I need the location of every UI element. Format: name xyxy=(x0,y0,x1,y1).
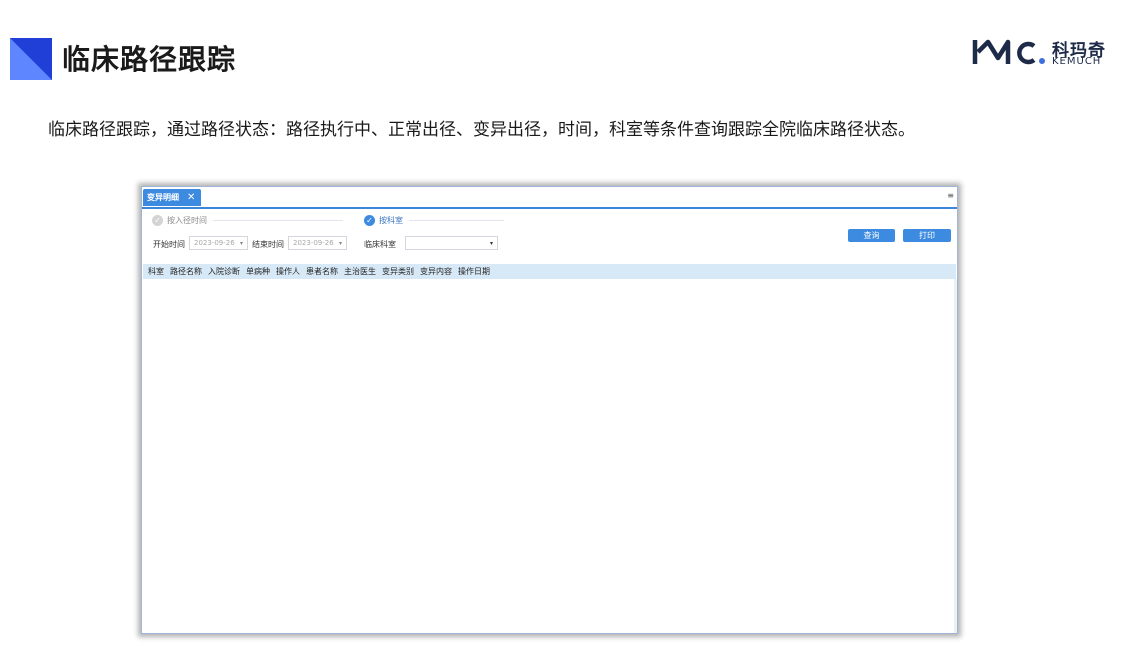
column-header[interactable]: 科室 xyxy=(148,266,164,277)
kmc-logo-icon xyxy=(972,39,1045,65)
column-header[interactable]: 路径名称 xyxy=(170,266,202,277)
start-time-label: 开始时间 xyxy=(153,240,185,249)
end-time-value: 2023-09-26 xyxy=(293,239,334,247)
column-header[interactable]: 变异内容 xyxy=(420,266,452,277)
logo-en-text: KEMUCH xyxy=(1052,56,1102,67)
tab-variation-detail[interactable]: 变异明细 ✕ xyxy=(143,189,201,206)
table-header: 科室 路径名称 入院诊断 单病种 操作人 患者名称 主治医生 变异类别 变异内容… xyxy=(143,264,956,279)
column-header[interactable]: 操作人 xyxy=(276,266,300,277)
chevron-down-icon: ▾ xyxy=(489,239,493,247)
check-circle-icon: ✓ xyxy=(364,215,375,226)
check-circle-icon: ✓ xyxy=(152,215,163,226)
end-time-field[interactable]: 2023-09-26 ▾ xyxy=(288,236,347,250)
radio-by-admission-time[interactable]: ✓ 按入径时间 xyxy=(152,215,343,226)
start-time-field[interactable]: 2023-09-26 ▾ xyxy=(189,236,248,250)
department-label: 临床科室 xyxy=(364,240,396,249)
slide-description: 临床路径跟踪，通过路径状态：路径执行中、正常出径、变异出径，时间，科室等条件查询… xyxy=(48,120,915,140)
title-accent-block xyxy=(10,38,52,80)
start-time-value: 2023-09-26 xyxy=(194,239,235,247)
column-header[interactable]: 单病种 xyxy=(246,266,270,277)
vertical-scrollbar[interactable] xyxy=(954,279,957,633)
print-button[interactable]: 打印 xyxy=(903,229,951,242)
column-header[interactable]: 操作日期 xyxy=(458,266,490,277)
page-title: 临床路径跟踪 xyxy=(62,43,237,76)
end-time-label: 结束时间 xyxy=(252,240,284,249)
app-window: 变异明细 ✕ ≡ ✓ 按入径时间 ✓ 按科室 开始时间 2023-09-26 ▾… xyxy=(141,186,958,634)
radio-by-department[interactable]: ✓ 按科室 xyxy=(364,215,504,226)
column-header[interactable]: 患者名称 xyxy=(306,266,338,277)
tab-label: 变异明细 xyxy=(147,193,179,202)
column-header[interactable]: 入院诊断 xyxy=(208,266,240,277)
department-select[interactable]: ▾ xyxy=(405,236,498,250)
chevron-down-icon: ▾ xyxy=(338,239,342,247)
query-button[interactable]: 查询 xyxy=(848,229,895,242)
tab-bar: 变异明细 ✕ ≡ xyxy=(142,187,957,209)
column-header[interactable]: 变异类别 xyxy=(382,266,414,277)
radio-label: 按入径时间 xyxy=(167,216,207,225)
divider xyxy=(409,220,504,221)
tab-menu-icon[interactable]: ≡ xyxy=(947,191,954,200)
close-icon[interactable]: ✕ xyxy=(187,192,195,203)
brand-logo: 科玛奇 KEMUCH xyxy=(972,34,1112,74)
divider xyxy=(213,220,343,221)
column-header[interactable]: 主治医生 xyxy=(344,266,376,277)
radio-label: 按科室 xyxy=(379,216,403,225)
chevron-down-icon: ▾ xyxy=(239,239,243,247)
